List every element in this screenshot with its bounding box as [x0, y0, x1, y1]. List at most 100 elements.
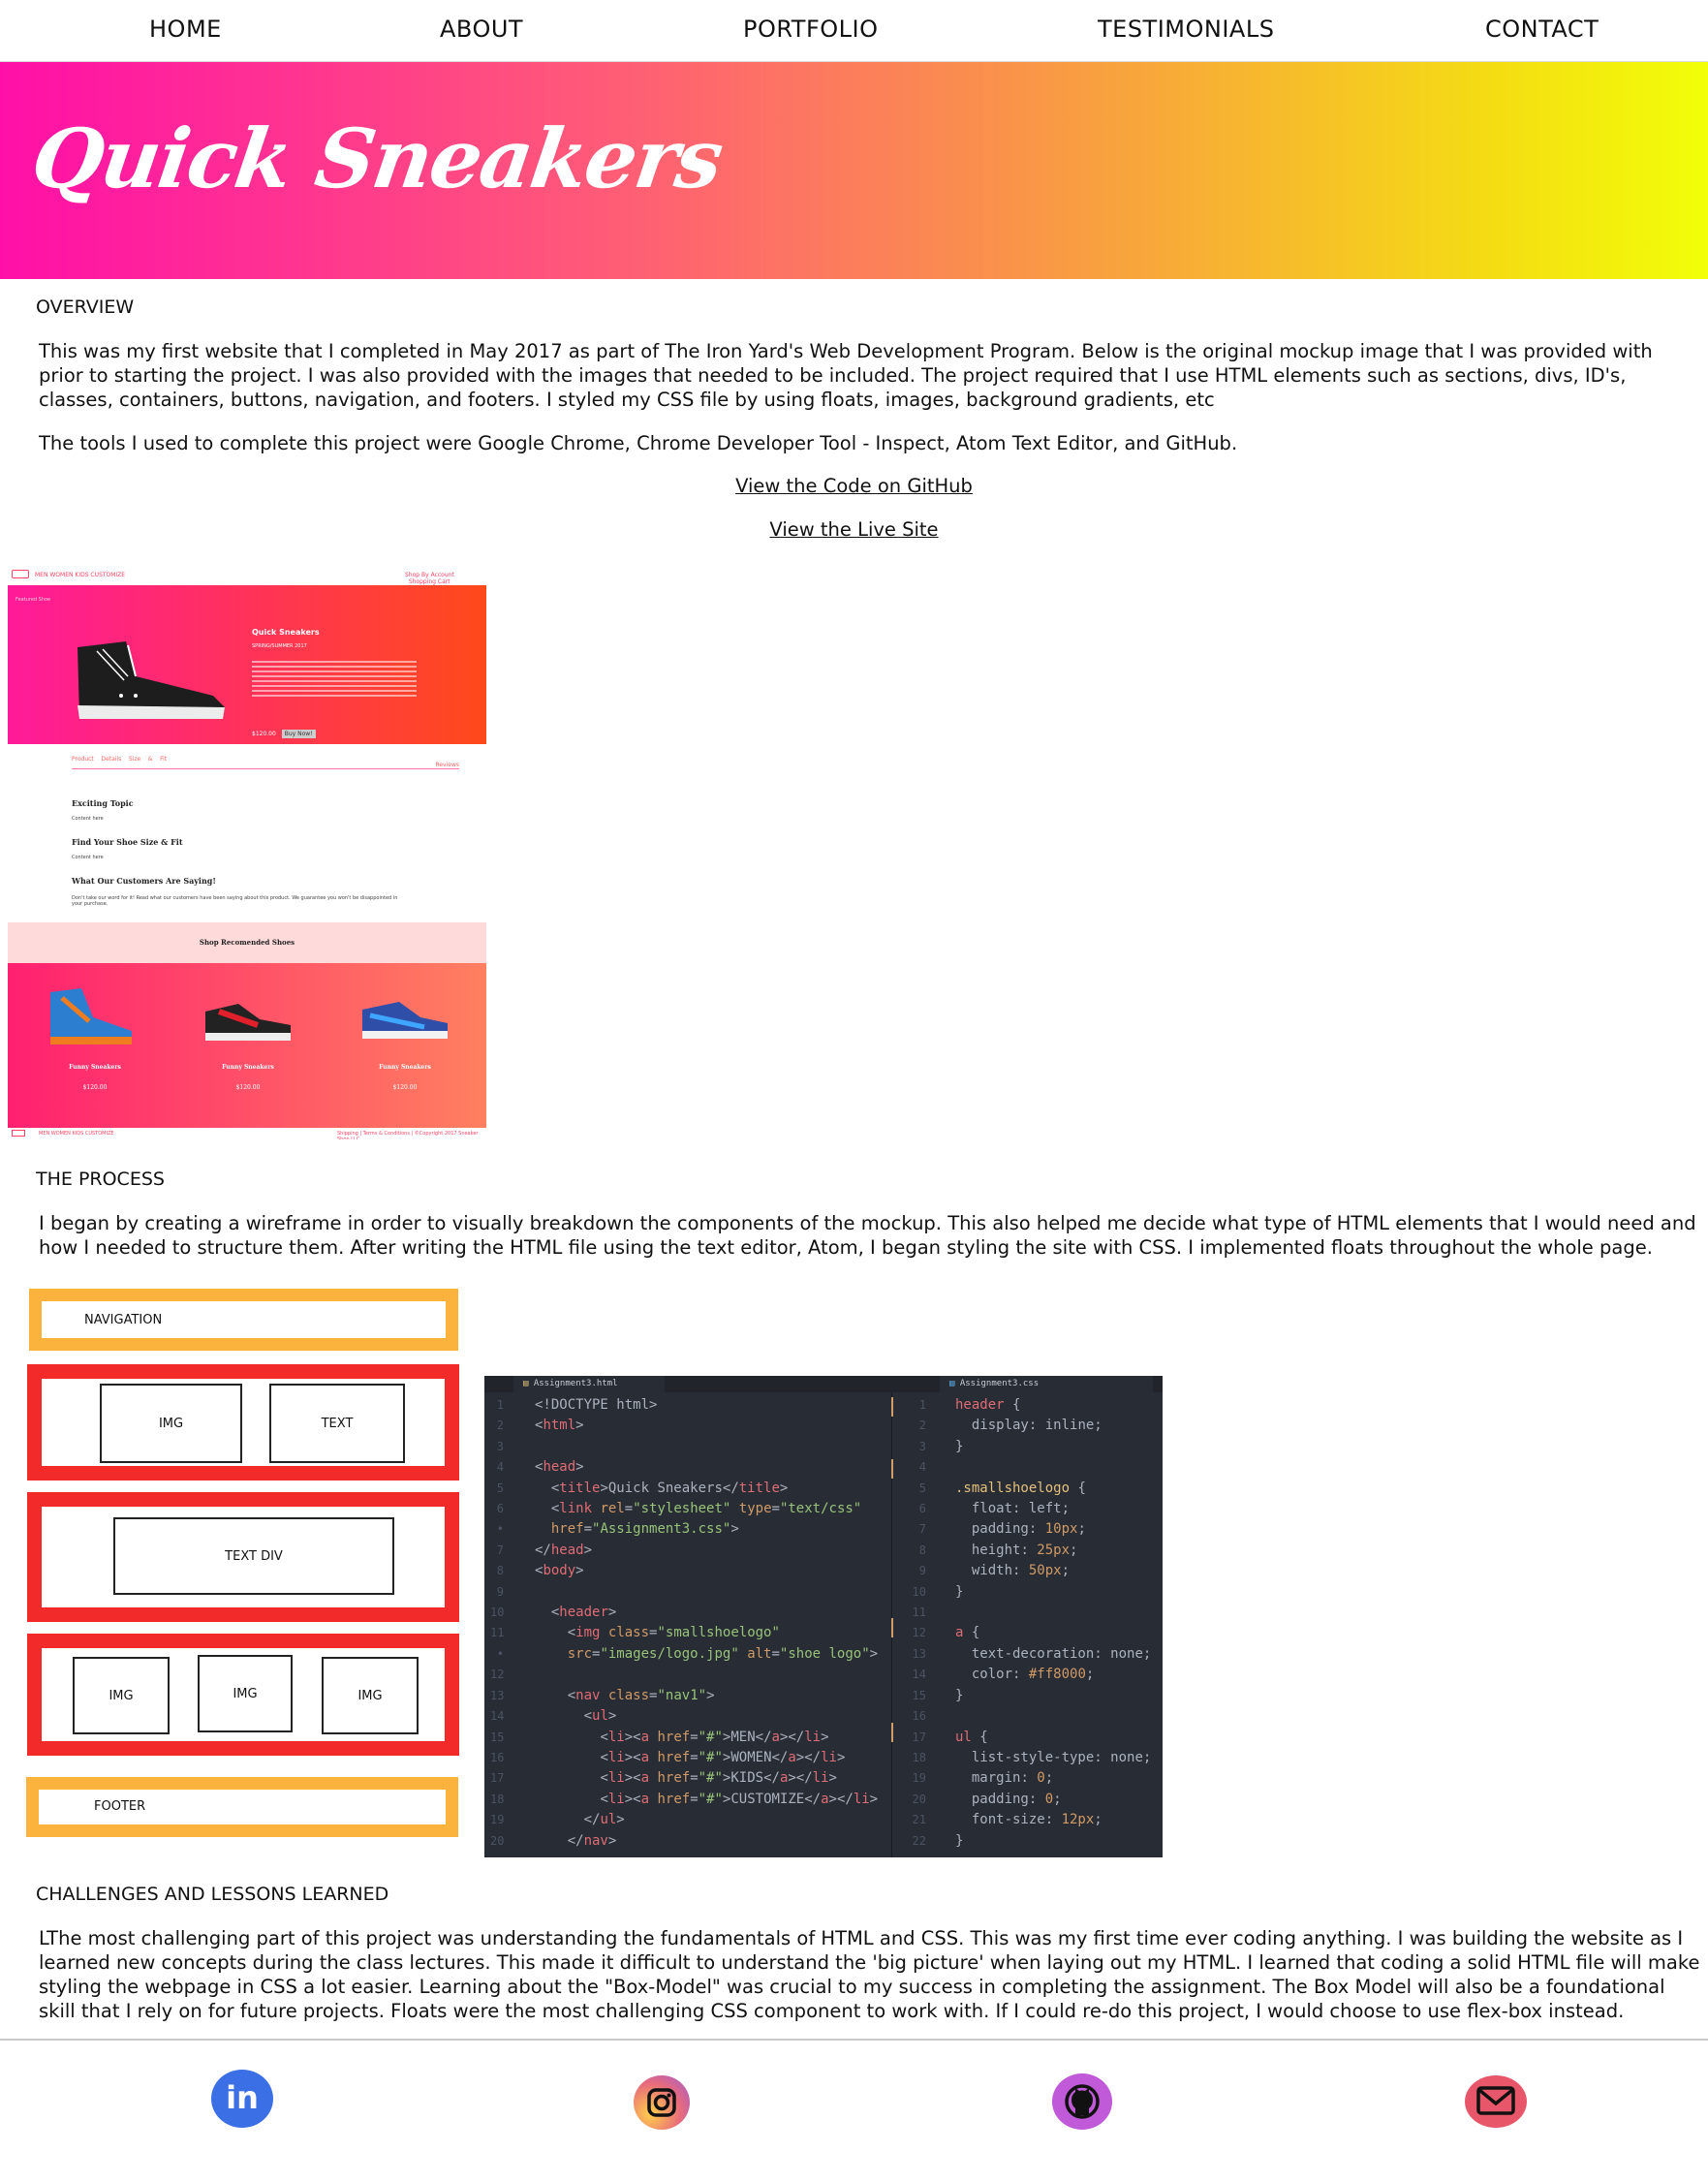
wireframe-textdiv-label: TEXT DIV [225, 1548, 283, 1564]
overview-heading: OVERVIEW [36, 296, 135, 318]
mockup-topbar: MEN WOMEN KIDS CUSTOMIZE Shop By Account… [8, 566, 486, 585]
wireframe-img-label: IMG [109, 1688, 134, 1703]
wireframe-img-label: IMG [233, 1686, 258, 1701]
mockup-product-name: Funny Sneakers [69, 1064, 121, 1071]
wireframe-products-box: IMG IMG IMG [27, 1634, 459, 1756]
mockup-product-name: Funny Sneakers [222, 1064, 274, 1071]
mockup-products-row: Funny Sneakers $120.00 Funny Sneakers $1… [8, 963, 486, 1128]
mockup-hero-price: $120.00 Buy Now! [252, 730, 316, 738]
view-live-site-link[interactable]: View the Live Site [769, 518, 938, 541]
mockup-product-2: Funny Sneakers $120.00 [190, 1064, 306, 1091]
css-file-icon: ▤ [949, 1379, 960, 1388]
html-file-icon: ▤ [523, 1379, 534, 1388]
mockup-tabs-left: Product Details Size & Fit [72, 756, 168, 763]
mockup-buy-button: Buy Now! [281, 730, 316, 738]
top-navigation: HOME ABOUT PORTFOLIO TESTIMONIALS CONTAC… [0, 0, 1708, 62]
nav-link-testimonials[interactable]: TESTIMONIALS [1098, 16, 1274, 43]
editor-tab-bar: ▤ Assignment3.html ▤ Assignment3.css [484, 1376, 1163, 1392]
mockup-tabs: Product Details Size & Fit Reviews [72, 756, 459, 769]
sneaker-image [78, 641, 225, 719]
mockup-recommended-title: Shop Recomended Shoes [199, 938, 295, 947]
hero-title: Quick Sneakers [26, 110, 728, 206]
mockup-product-1: Funny Sneakers $120.00 [37, 1064, 153, 1091]
footer-divider [0, 2039, 1708, 2041]
mockup-product-price: $120.00 [235, 1084, 261, 1091]
overview-paragraph: This was my first website that I complet… [39, 340, 1653, 411]
mockup-tabs-right: Reviews [435, 762, 459, 768]
challenges-heading: CHALLENGES AND LESSONS LEARNED [36, 1884, 389, 1905]
editor-tab-css-label: Assignment3.css [959, 1379, 1040, 1388]
wireframe-img-label: IMG [158, 1416, 184, 1431]
instagram-icon[interactable] [634, 2075, 690, 2130]
mockup-recommended-band: Shop Recomended Shoes [8, 922, 486, 963]
nav-link-contact[interactable]: CONTACT [1485, 16, 1599, 43]
mockup-footer: MEN WOMEN KIDS CUSTOMIZE Shipping | Term… [8, 1128, 486, 1139]
mockup-body-1: Content here [72, 816, 104, 822]
challenges-paragraph: LThe most challenging part of this proje… [39, 1927, 1700, 2022]
wireframe-text-label: TEXT [321, 1416, 354, 1431]
css-line-numbers: 1 2 3 4 5 6 7 8 9 10 11 12 13 14 15 16 1… [912, 1398, 926, 1848]
mockup-product-3: Funny Sneakers $120.00 [347, 1064, 463, 1091]
mockup-body-3: Don't take our word for it! Read what ou… [72, 895, 398, 907]
nav-link-about[interactable]: ABOUT [440, 16, 523, 43]
mockup-footer-left: MEN WOMEN KIDS CUSTOMIZE [39, 1131, 114, 1137]
mockup-topbar-left: MEN WOMEN KIDS CUSTOMIZE [35, 572, 126, 578]
sneaker-red-image [205, 1004, 291, 1041]
mockup-price: $120.00 [252, 731, 276, 737]
editor-tab-html: ▤ Assignment3.html [513, 1376, 665, 1392]
html-line-numbers: 1 2 3 4 5 6 • 7 8 9 10 11 • 12 13 14 15 … [490, 1398, 505, 1848]
linkedin-label: in [226, 2079, 259, 2116]
linkedin-icon[interactable]: in [211, 2070, 273, 2128]
mockup-product-price: $120.00 [82, 1084, 108, 1091]
view-code-link[interactable]: View the Code on GitHub [735, 475, 973, 497]
mockup-hero-tag: Featured Shoe [16, 597, 51, 603]
mockup-heading-1: Exciting Topic [72, 798, 134, 808]
wireframe-footer-label: FOOTER [94, 1799, 146, 1814]
mockup-hero-sub: SPRING/SUMMER 2017 [252, 643, 307, 649]
mockup-topbar-right: Shop By Account Shopping Cart [405, 572, 454, 585]
css-code: header { display: inline; } .smallshoelo… [955, 1397, 1152, 1849]
tools-paragraph: The tools I used to complete this projec… [39, 432, 1238, 454]
mockup-lorem-text [252, 661, 417, 700]
wireframe-img-box: IMG [198, 1655, 293, 1732]
process-paragraph: I began by creating a wireframe in order… [39, 1212, 1696, 1259]
editor-tab-css: ▤ Assignment3.css [940, 1376, 1153, 1392]
code-editor-screenshot: ▤ Assignment3.html ▤ Assignment3.css 1 2… [484, 1376, 1163, 1857]
mockup-footer-right: Shipping | Terms & Conditions | ©Copyrig… [337, 1131, 479, 1139]
wireframe-navigation-box: NAVIGATION [29, 1289, 458, 1351]
wireframe-hero-box: IMG TEXT [27, 1364, 459, 1481]
html-modified-marker [891, 1723, 893, 1742]
mockup-hero-title: Quick Sneakers [252, 628, 320, 637]
mockup-product-name: Funny Sneakers [379, 1064, 431, 1071]
mockup-heading-2: Find Your Shoe Size & Fit [72, 837, 183, 847]
editor-tab-html-label: Assignment3.html [533, 1379, 618, 1388]
wireframe-textdiv-inner: TEXT DIV [113, 1517, 394, 1595]
linkedin-glyph: in [226, 2079, 259, 2116]
instagram-glyph [647, 2088, 676, 2117]
mockup-image: MEN WOMEN KIDS CUSTOMIZE Shop By Account… [8, 566, 486, 1139]
email-icon[interactable] [1465, 2075, 1527, 2128]
live-link-row: View the Live Site [0, 518, 1708, 541]
sneaker-navy-image [362, 1002, 448, 1039]
mockup-footer-logo-icon [12, 1130, 25, 1137]
wireframe-navigation-label: NAVIGATION [84, 1313, 163, 1327]
wireframe-img-box: IMG [322, 1657, 419, 1734]
github-icon[interactable] [1052, 2073, 1112, 2130]
wireframe-img-label: IMG [357, 1688, 383, 1703]
hero-banner: Quick Sneakers [0, 62, 1708, 279]
wireframe-img-box: IMG [73, 1657, 170, 1734]
mockup-heading-3: What Our Customers Are Saying! [72, 876, 216, 886]
nav-link-home[interactable]: HOME [149, 16, 222, 43]
wireframe-img-box: IMG [100, 1384, 242, 1463]
html-modified-marker [891, 1397, 893, 1417]
nav-link-portfolio[interactable]: PORTFOLIO [743, 16, 879, 43]
mockup-body-2: Content here [72, 855, 104, 860]
sneaker-blue-image [50, 988, 132, 1044]
html-modified-marker [891, 1618, 893, 1637]
wireframe-textdiv-box: TEXT DIV [27, 1492, 459, 1622]
process-heading: THE PROCESS [36, 1169, 165, 1190]
github-glyph [1065, 2084, 1100, 2119]
html-code: <!DOCTYPE html> <html> <head> <title>Qui… [535, 1397, 879, 1849]
mockup-product-price: $120.00 [392, 1084, 418, 1091]
wireframe-text-box: TEXT [269, 1384, 405, 1463]
